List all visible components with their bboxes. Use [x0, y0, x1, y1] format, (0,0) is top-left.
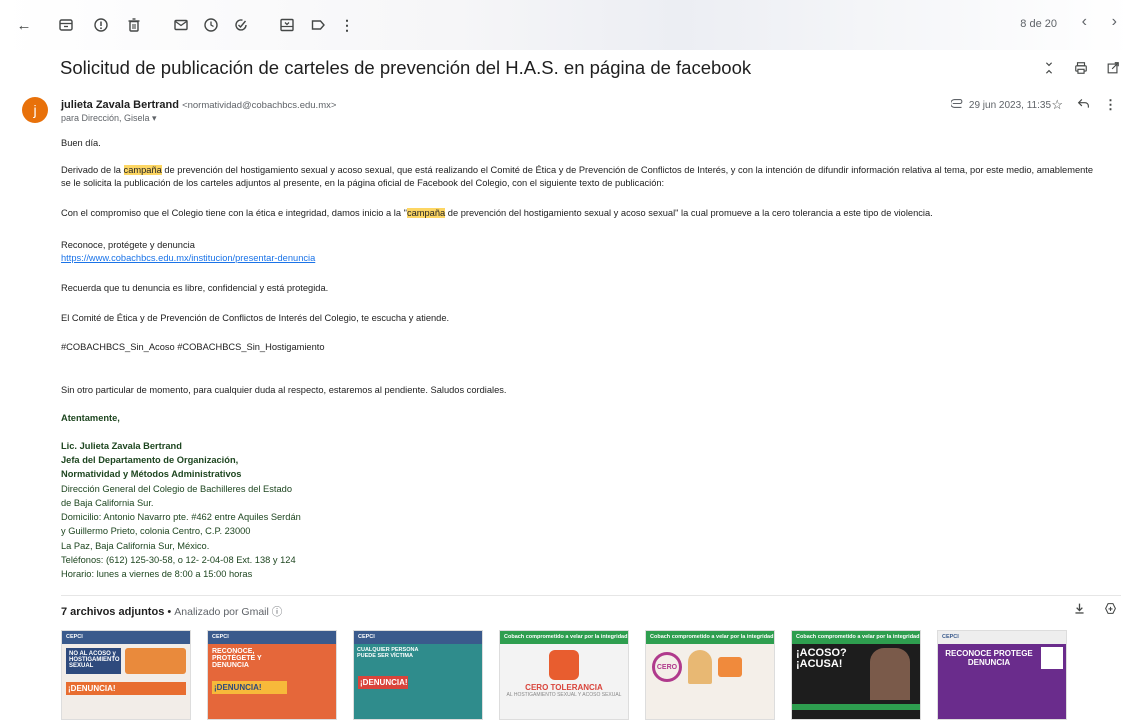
avatar[interactable]: j	[22, 97, 48, 123]
attachment-icon	[949, 99, 965, 111]
print-icon[interactable]	[1073, 60, 1089, 76]
hashtags: #COBACHBCS_Sin_Acoso #COBACHBCS_Sin_Host…	[61, 342, 325, 352]
paragraph-7: Sin otro particular de momento, para cua…	[61, 385, 507, 395]
thumb-title: CERO TOLERANCIA	[525, 683, 603, 692]
signature-line-4: y Guillermo Prieto, colonia Centro, C.P.…	[61, 526, 251, 536]
thumb-title: CERO	[652, 652, 682, 682]
thumb-header: CEPCI	[938, 631, 1066, 644]
label-icon[interactable]	[308, 15, 328, 35]
attachment-thumbnail-7[interactable]: CEPCI RECONOCE PROTEGE DENUNCIA	[937, 630, 1067, 720]
thumb-illustration	[718, 657, 742, 677]
thumb-footer-bar	[792, 704, 920, 710]
attachment-thumbnail-5[interactable]: Cobach comprometido a velar por la integ…	[645, 630, 775, 720]
email-subject: Solicitud de publicación de carteles de …	[60, 57, 752, 78]
more-options-icon[interactable]: ⋮	[337, 15, 357, 35]
attachment-thumbnail-1[interactable]: CEPCI NO AL ACOSO y HOSTIGAMIENTO SEXUAL…	[61, 630, 191, 720]
collapse-icon[interactable]	[1041, 60, 1057, 76]
subject-actions	[1041, 60, 1121, 76]
report-spam-icon[interactable]	[91, 15, 111, 35]
signature-name: Lic. Julieta Zavala Bertrand	[61, 441, 182, 451]
pager-count: 8 de 20	[1020, 18, 1057, 30]
thumb-title: ¡ACOSO? ¡ACUSA!	[796, 647, 847, 670]
thumb-footer: ¡DENUNCIA!	[66, 682, 186, 695]
star-icon[interactable]: ☆	[1051, 97, 1063, 113]
thumb-header: CEPCI	[62, 631, 190, 644]
highlight-campaign: campaña	[123, 165, 162, 175]
sender-name[interactable]: julieta Zavala Bertrand	[61, 99, 179, 111]
paragraph-1-text: Derivado de la	[61, 165, 124, 175]
paragraph-4: Recuerda que tu denuncia es libre, confi…	[61, 283, 329, 293]
thumb-header: Cobach comprometido a velar por la integ…	[500, 631, 628, 644]
attachment-thumbnail-2[interactable]: CEPCI RECONOCE, PROTÉGETE Y DENUNCIA ¡DE…	[207, 630, 337, 720]
thumb-title: RECONOCE, PROTÉGETE Y DENUNCIA	[212, 648, 262, 669]
add-to-drive-icon[interactable]	[1104, 602, 1117, 618]
thumb-illustration	[688, 650, 712, 684]
trash-icon[interactable]	[124, 15, 144, 35]
thumb-header: Cobach comprometido a velar por la integ…	[792, 631, 920, 644]
denuncia-link[interactable]: https://www.cobachbcs.edu.mx/institucion…	[61, 253, 315, 263]
recipients-dropdown[interactable]: para Dirección, Gisela ▾	[61, 113, 157, 124]
message-actions: ☆ ⋮	[1051, 97, 1117, 113]
toolbar: ← ⋮ 8 de 20 ‹ ›	[0, 0, 1131, 50]
thumb-header: CEPCI	[354, 631, 482, 644]
thumb-header: CEPCI	[208, 631, 336, 644]
attachment-thumbnail-4[interactable]: Cobach comprometido a velar por la integ…	[499, 630, 629, 720]
thumb-footer: ¡DENUNCIA!	[212, 681, 287, 694]
gmail-scan-label[interactable]: Analizado por Gmail ⓘ	[174, 606, 282, 618]
attachment-actions	[1073, 602, 1117, 618]
thumb-title: RECONOCE PROTEGE DENUNCIA	[945, 649, 1033, 667]
thumb-title: CUALQUIER PERSONA PUEDE SER VÍCTIMA	[357, 647, 419, 659]
signature-title-1: Jefa del Departamento de Organización,	[61, 455, 239, 465]
sender-line: julieta Zavala Bertrand <normatividad@co…	[61, 99, 336, 111]
signature-line-3: Domicilio: Antonio Navarro pte. #462 ent…	[61, 512, 301, 522]
paragraph-5: El Comité de Ética y de Prevención de Co…	[61, 313, 450, 323]
signature-line-5: La Paz, Baja California Sur, México.	[61, 541, 210, 551]
paragraph-3: Reconoce, protégete y denuncia	[61, 240, 195, 250]
attachments-header: 7 archivos adjuntos • Analizado por Gmai…	[61, 604, 282, 619]
paragraph-2-text: Con el compromiso que el Colegio tiene c…	[61, 208, 407, 218]
closing: Atentamente,	[61, 413, 120, 423]
paragraph-1-text-cont: de prevención del hostigamiento sexual y…	[61, 165, 1094, 188]
thumb-footer: ¡DENUNCIA!	[358, 676, 408, 689]
attachments-count: 7 archivos adjuntos	[61, 606, 165, 618]
separator: •	[164, 606, 175, 618]
divider	[61, 595, 1121, 596]
highlight-campaign: campaña	[406, 208, 446, 218]
chevron-right-icon[interactable]: ›	[1112, 13, 1117, 31]
thumb-title: NO AL ACOSO y HOSTIGAMIENTO SEXUAL	[66, 648, 121, 674]
download-all-icon[interactable]	[1073, 602, 1086, 618]
hand-stop-icon	[549, 650, 579, 680]
paragraph-1: Derivado de la campaña de prevención del…	[61, 164, 1101, 190]
archive-icon[interactable]	[56, 15, 76, 35]
move-to-icon[interactable]	[277, 15, 297, 35]
paragraph-2: Con el compromiso que el Colegio tiene c…	[61, 207, 1101, 220]
attachment-thumbnail-3[interactable]: CEPCI CUALQUIER PERSONA PUEDE SER VÍCTIM…	[353, 630, 483, 720]
signature-line-1: Dirección General del Colegio de Bachill…	[61, 484, 293, 494]
sender-email: <normatividad@cobachbcs.edu.mx>	[182, 100, 337, 111]
email-date: 29 jun 2023, 11:35	[968, 99, 1051, 111]
paragraph-2-text-cont: de prevención del hostigamiento sexual y…	[445, 208, 933, 218]
thumb-illustration	[870, 648, 910, 700]
thumb-header: Cobach comprometido a velar por la integ…	[646, 631, 774, 644]
signature-line-7: Horario: lunes a viernes de 8:00 a 15:00…	[61, 569, 253, 579]
thumb-illustration	[125, 648, 186, 674]
signature-title-2: Normatividad y Métodos Administrativos	[61, 469, 242, 479]
reply-icon[interactable]	[1077, 97, 1090, 113]
add-task-icon[interactable]	[231, 15, 251, 35]
signature-line-6: Teléfonos: (612) 125-30-58, o 12- 2-04-0…	[61, 555, 296, 565]
thumb-footer: AL HOSTIGAMIENTO SEXUAL Y ACOSO SEXUAL	[506, 692, 622, 698]
denuncia-link-row: https://www.cobachbcs.edu.mx/institucion…	[61, 252, 1101, 265]
open-new-window-icon[interactable]	[1105, 60, 1121, 76]
more-options-icon[interactable]: ⋮	[1104, 97, 1117, 113]
mark-unread-icon[interactable]	[171, 15, 191, 35]
snooze-clock-icon[interactable]	[201, 15, 221, 35]
greeting: Buen día.	[61, 138, 101, 148]
attachment-thumbnail-6[interactable]: Cobach comprometido a velar por la integ…	[791, 630, 921, 720]
chevron-left-icon[interactable]: ‹	[1082, 13, 1087, 31]
date-block: 29 jun 2023, 11:35	[949, 99, 1051, 111]
signature-line-2: de Baja California Sur.	[61, 498, 154, 508]
back-arrow-icon[interactable]: ←	[14, 15, 34, 35]
qr-code-icon	[1041, 647, 1063, 669]
